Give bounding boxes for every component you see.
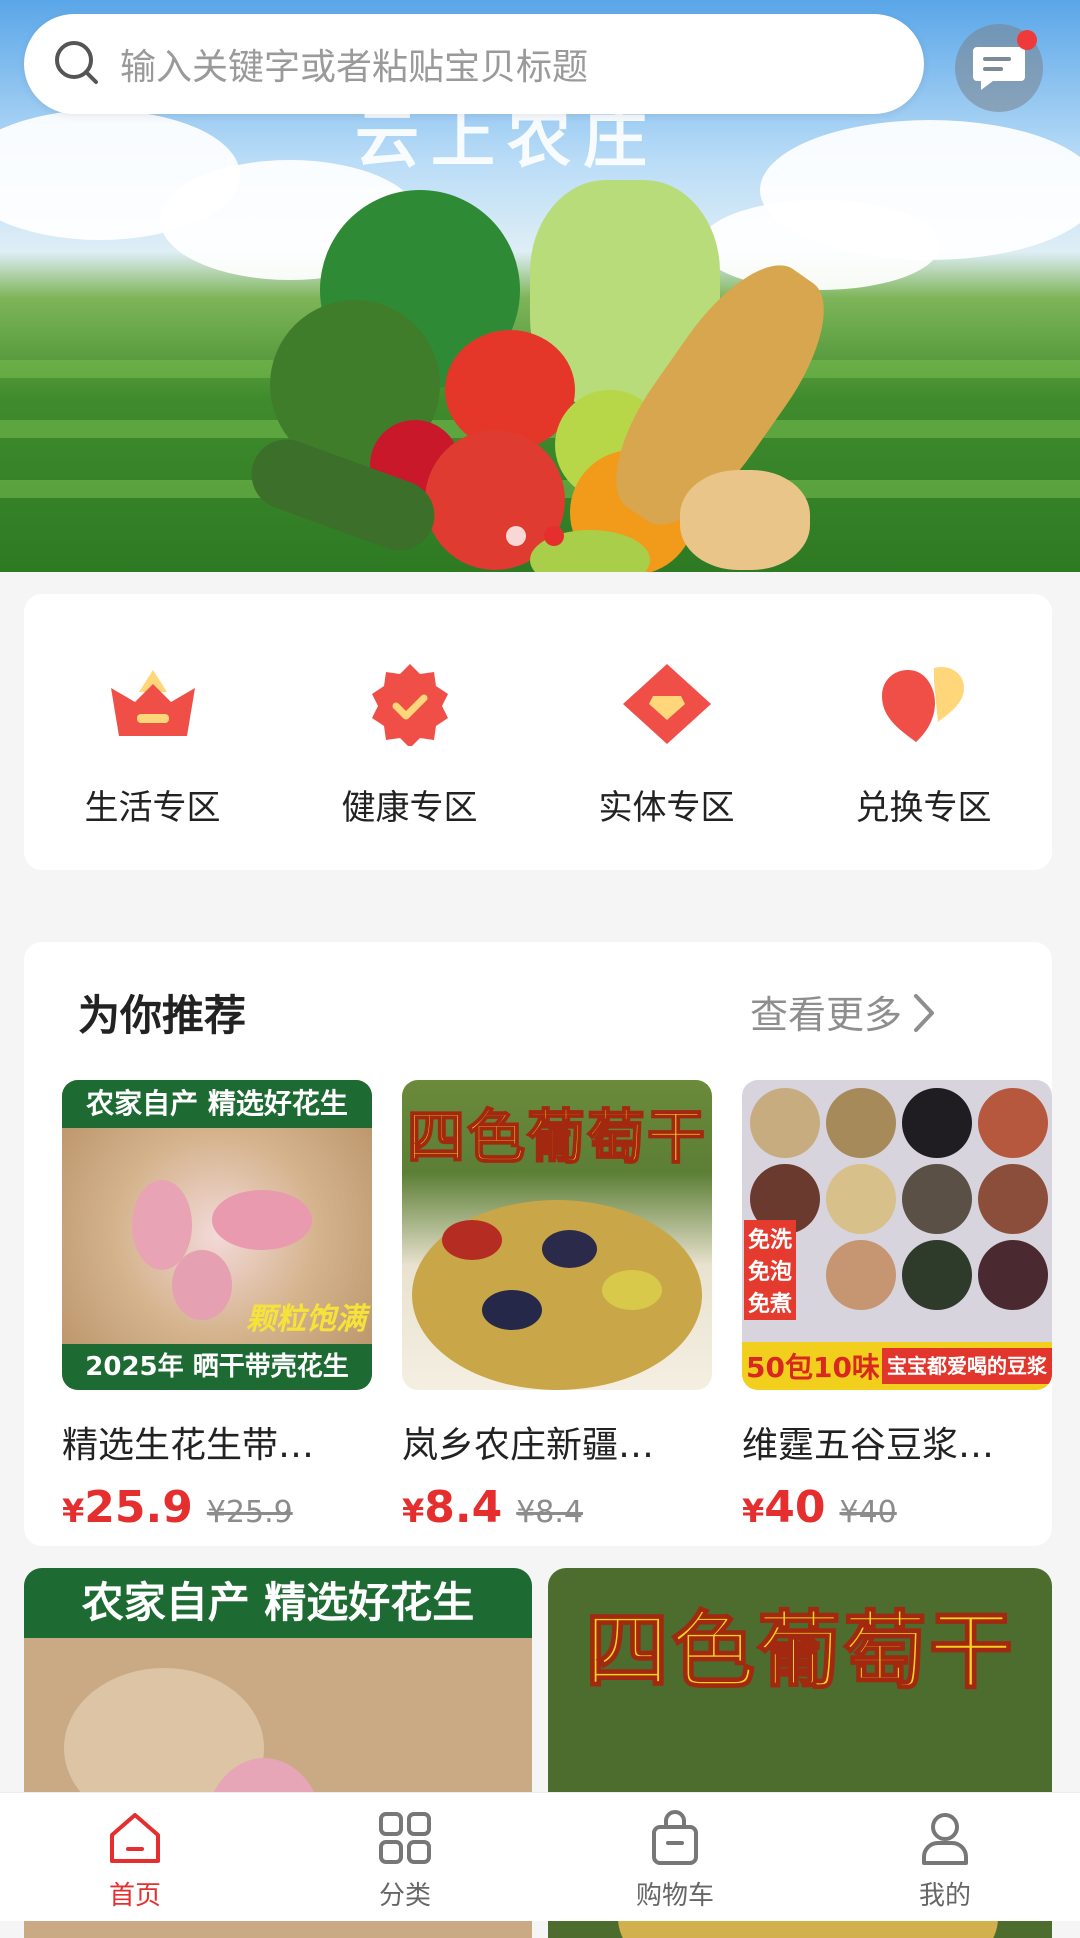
image-caption-bar: 50包10味 宝宝都爱喝的豆浆 bbox=[742, 1342, 1052, 1390]
grain-bowl bbox=[750, 1088, 820, 1158]
heart-icon bbox=[881, 666, 964, 742]
section-title: 为你推荐 bbox=[78, 991, 247, 1040]
product-name: 岚乡农庄新疆… bbox=[402, 1425, 655, 1466]
category-label: 生活专区 bbox=[84, 788, 221, 828]
peanut-kernel bbox=[212, 1190, 312, 1250]
grid-icon bbox=[379, 1812, 431, 1864]
category-label: 健康专区 bbox=[341, 788, 478, 828]
original-price: ¥8.4 bbox=[516, 1495, 584, 1530]
product-image[interactable]: 免洗 免泡 免煮 50包10味 宝宝都爱喝的豆浆 bbox=[742, 1080, 1052, 1390]
tab-me[interactable]: 我的 bbox=[810, 1793, 1080, 1921]
tab-label: 分类 bbox=[378, 1881, 431, 1911]
peanut-kernel bbox=[172, 1250, 232, 1320]
product-price: ¥ 25.9 ¥25.9 bbox=[62, 1482, 372, 1533]
grain-bowl bbox=[826, 1240, 896, 1310]
product-name: 维霆五谷豆浆… bbox=[742, 1425, 995, 1466]
search-icon bbox=[55, 41, 98, 84]
product-name: 精选生花生带… bbox=[62, 1425, 315, 1466]
image-tag: 免泡 bbox=[744, 1252, 797, 1288]
chevron-right-icon[interactable] bbox=[910, 990, 940, 1036]
crown-icon bbox=[110, 670, 195, 736]
current-price: 8.4 bbox=[424, 1482, 503, 1533]
raisin bbox=[542, 1230, 597, 1268]
currency-symbol: ¥ bbox=[62, 1492, 85, 1530]
message-button[interactable] bbox=[955, 24, 1043, 112]
image-caption: 农家自产 精选好花生 bbox=[24, 1568, 532, 1638]
current-price: 40 bbox=[764, 1482, 826, 1533]
raisin bbox=[442, 1220, 502, 1260]
image-caption: 2025年 晒干带壳花生 bbox=[62, 1344, 372, 1390]
current-price: 25.9 bbox=[84, 1482, 193, 1533]
search-bar[interactable]: 输入关键字或者粘贴宝贝标题 bbox=[24, 14, 924, 114]
original-price: ¥40 bbox=[839, 1495, 897, 1530]
unread-badge bbox=[1017, 30, 1037, 50]
home-icon bbox=[110, 1813, 160, 1863]
category-life[interactable]: 生活专区 bbox=[24, 594, 281, 870]
badge-check-icon bbox=[371, 664, 448, 746]
currency-symbol: ¥ bbox=[742, 1492, 765, 1530]
tab-category[interactable]: 分类 bbox=[270, 1793, 540, 1921]
image-caption: 四色葡萄干 bbox=[584, 1601, 1015, 1701]
raisin bbox=[482, 1290, 542, 1330]
category-label: 实体专区 bbox=[598, 788, 735, 828]
tab-cart[interactable]: 购物车 bbox=[540, 1793, 810, 1921]
carousel-dot-active[interactable] bbox=[544, 526, 564, 546]
product-image[interactable]: 四色葡萄干 bbox=[402, 1080, 712, 1390]
bottom-tab-bar: 首页 分类 购物车 我的 bbox=[0, 1792, 1080, 1921]
image-tag: 免洗 bbox=[744, 1220, 797, 1256]
cloud bbox=[700, 200, 940, 290]
search-input[interactable]: 输入关键字或者粘贴宝贝标题 bbox=[120, 38, 588, 90]
category-grid: 生活专区 健康专区 实体专区 兑换专区 bbox=[24, 594, 1052, 870]
shopping-bag-icon bbox=[652, 1810, 698, 1865]
tab-label: 我的 bbox=[918, 1881, 971, 1911]
tab-home[interactable]: 首页 bbox=[0, 1793, 270, 1921]
diamond-icon bbox=[622, 664, 711, 744]
currency-symbol: ¥ bbox=[402, 1492, 425, 1530]
user-icon bbox=[922, 1813, 968, 1865]
category-health[interactable]: 健康专区 bbox=[281, 594, 538, 870]
category-label: 兑换专区 bbox=[855, 788, 992, 828]
tab-label: 首页 bbox=[108, 1881, 161, 1911]
grain-bowl bbox=[978, 1164, 1048, 1234]
product-list: 农家自产 精选好花生 颗粒饱满 2025年 晒干带壳花生 精选生花生带… ¥ 2… bbox=[62, 1080, 1052, 1533]
product-image[interactable]: 农家自产 精选好花生 颗粒饱满 2025年 晒干带壳花生 bbox=[62, 1080, 372, 1390]
product-card[interactable]: 农家自产 精选好花生 颗粒饱满 2025年 晒干带壳花生 精选生花生带… ¥ 2… bbox=[62, 1080, 372, 1533]
category-physical[interactable]: 实体专区 bbox=[538, 594, 795, 870]
raisin bbox=[602, 1270, 662, 1310]
chat-icon bbox=[973, 47, 1025, 90]
carousel-dot[interactable] bbox=[506, 526, 526, 546]
grain-bowl bbox=[826, 1164, 896, 1234]
image-caption: 50包10味 bbox=[746, 1351, 880, 1384]
tab-label: 购物车 bbox=[635, 1881, 714, 1911]
image-caption: 农家自产 精选好花生 bbox=[62, 1080, 372, 1128]
grain-bowl bbox=[978, 1088, 1048, 1158]
grain-bowl bbox=[902, 1240, 972, 1310]
grain-bowl bbox=[902, 1088, 972, 1158]
product-price: ¥ 8.4 ¥8.4 bbox=[402, 1482, 712, 1533]
category-exchange[interactable]: 兑换专区 bbox=[795, 594, 1052, 870]
original-price: ¥25.9 bbox=[206, 1495, 293, 1530]
image-caption: 颗粒饱满 bbox=[246, 1302, 366, 1337]
grain-bowl bbox=[978, 1240, 1048, 1310]
product-price: ¥ 40 ¥40 bbox=[742, 1482, 1052, 1533]
recommend-section: 为你推荐 查看更多 农家自产 精选好花生 颗粒饱满 2025年 晒干带壳花生 精… bbox=[24, 942, 1052, 1546]
image-caption: 四色葡萄干 bbox=[406, 1102, 707, 1172]
product-card[interactable]: 免洗 免泡 免煮 50包10味 宝宝都爱喝的豆浆 维霆五谷豆浆… ¥ 40 ¥4… bbox=[742, 1080, 1052, 1533]
carousel-indicator bbox=[506, 526, 564, 546]
grain-bowl bbox=[826, 1088, 896, 1158]
see-more-link[interactable]: 查看更多 bbox=[750, 984, 902, 1039]
grain-bowl bbox=[902, 1164, 972, 1234]
product-card[interactable]: 四色葡萄干 岚乡农庄新疆… ¥ 8.4 ¥8.4 bbox=[402, 1080, 712, 1533]
image-tag: 免煮 bbox=[744, 1284, 797, 1320]
grain-pile bbox=[680, 470, 810, 570]
image-caption: 宝宝都爱喝的豆浆 bbox=[882, 1348, 1052, 1384]
